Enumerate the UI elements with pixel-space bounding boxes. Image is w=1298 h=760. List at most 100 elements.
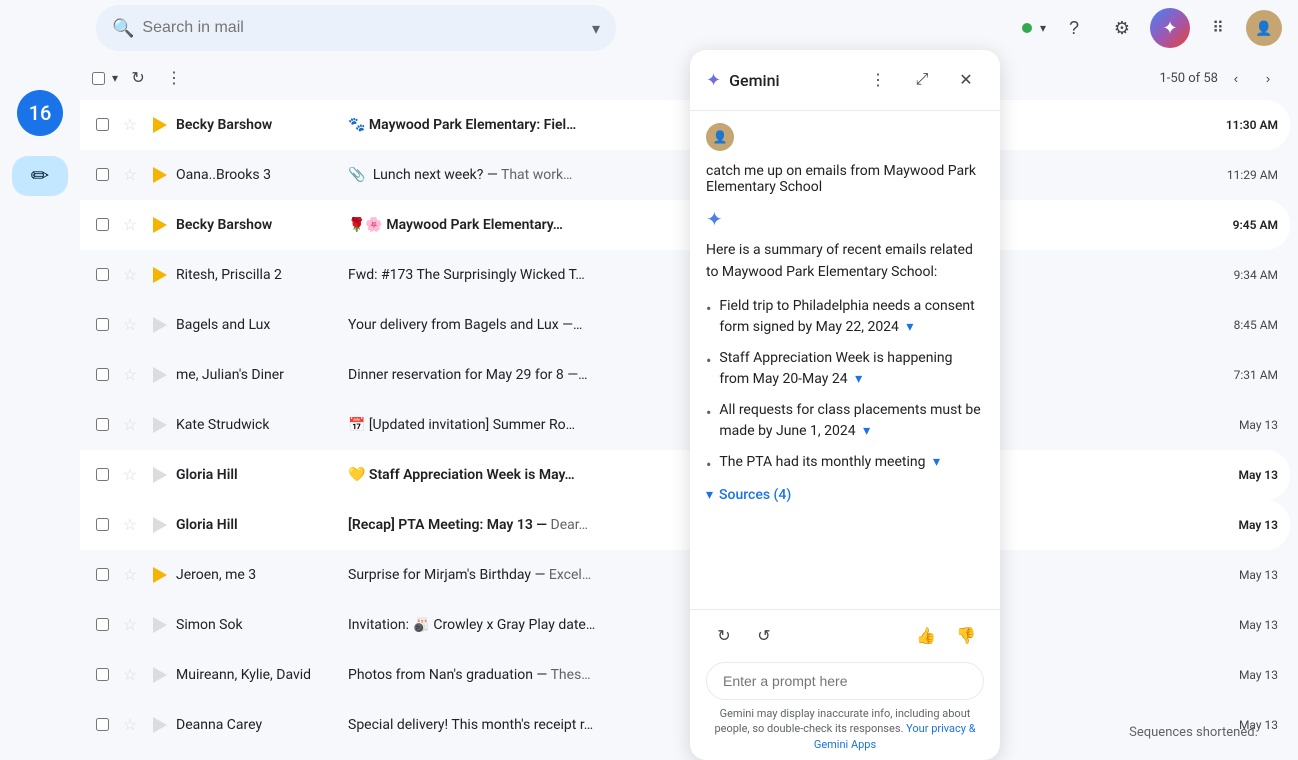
email-row[interactable]: ☆ Simon Sok Invitation: 🎳 Crowley x Gray… [80, 600, 1290, 650]
bullet-dot: • [706, 297, 711, 321]
important-button[interactable] [148, 263, 172, 287]
star-button[interactable]: ☆ [116, 361, 144, 389]
previous-page-button[interactable]: ‹ [1222, 64, 1250, 92]
email-sender: Deanna Carey [176, 717, 336, 733]
email-row[interactable]: ☆ Deanna Carey Special delivery! This mo… [80, 700, 1290, 750]
important-button[interactable] [148, 663, 172, 687]
important-button[interactable] [148, 513, 172, 537]
star-button[interactable]: ☆ [116, 311, 144, 339]
bullet-item: • Field trip to Philadelphia needs a con… [706, 296, 984, 338]
email-time: 9:34 AM [1208, 268, 1278, 282]
email-checkbox[interactable] [92, 465, 112, 485]
expand-button[interactable]: ▾ [906, 318, 913, 335]
email-checkbox[interactable] [92, 165, 112, 185]
star-button[interactable]: ☆ [116, 211, 144, 239]
user-avatar: 👤 [706, 123, 734, 151]
email-sender: Gloria Hill [176, 517, 336, 533]
bullet-text: The PTA had its monthly meeting ▾ [719, 452, 984, 473]
email-checkbox[interactable] [92, 565, 112, 585]
email-row[interactable]: ☆ me, Julian's Diner Dinner reservation … [80, 350, 1290, 400]
date-badge: 16 [17, 90, 63, 136]
email-checkbox[interactable] [92, 665, 112, 685]
sources-label: Sources (4) [719, 487, 791, 503]
email-time: 9:45 AM [1208, 218, 1278, 232]
email-checkbox[interactable] [92, 115, 112, 135]
thumbs-down-button[interactable]: 👎 [948, 618, 984, 654]
important-button[interactable] [148, 113, 172, 137]
prompt-input[interactable] [706, 662, 984, 700]
email-checkbox[interactable] [92, 315, 112, 335]
expand-button[interactable]: ▾ [855, 370, 862, 387]
email-checkbox[interactable] [92, 265, 112, 285]
email-row[interactable]: ☆ Ritesh, Priscilla 2 Fwd: #173 The Surp… [80, 250, 1290, 300]
email-row[interactable]: ☆ Gloria Hill [Recap] PTA Meeting: May 1… [80, 500, 1290, 550]
email-row[interactable]: ☆ Jeroen, me 3 Surprise for Mirjam's Bir… [80, 550, 1290, 600]
account-avatar[interactable]: 👤 [1246, 10, 1282, 46]
email-row[interactable]: ☆ Earl, Cameron, me 4 2024 Family Trip —… [80, 750, 1290, 760]
important-button[interactable] [148, 713, 172, 737]
email-checkbox[interactable] [92, 415, 112, 435]
important-button[interactable] [148, 613, 172, 637]
email-row[interactable]: ☆ Bagels and Lux Your delivery from Bage… [80, 300, 1290, 350]
email-sender: Oana..Brooks 3 [176, 167, 336, 183]
select-all-checkbox[interactable] [88, 68, 108, 88]
star-button[interactable]: ☆ [116, 561, 144, 589]
gemini-body: 👤 catch me up on emails from Maywood Par… [690, 111, 1000, 609]
apps-button[interactable]: ⠿ [1198, 8, 1238, 48]
email-toolbar: ▾ ↻ ⋮ 1-50 of 58 ‹ › [80, 56, 1298, 100]
star-button[interactable]: ☆ [116, 511, 144, 539]
next-page-button[interactable]: › [1254, 64, 1282, 92]
email-sender: Muireann, Kylie, David [176, 667, 336, 683]
important-button[interactable] [148, 463, 172, 487]
expand-button[interactable]: ▾ [933, 453, 940, 470]
select-dropdown-icon[interactable]: ▾ [112, 71, 118, 85]
email-checkbox[interactable] [92, 515, 112, 535]
email-checkbox[interactable] [92, 215, 112, 235]
email-row[interactable]: ☆ Oana..Brooks 3 📎 Lunch next week? — Th… [80, 150, 1290, 200]
settings-button[interactable]: ⚙ [1102, 8, 1142, 48]
email-checkbox[interactable] [92, 365, 112, 385]
email-list: ☆ Becky Barshow 🐾 Maywood Park Elementar… [80, 100, 1298, 760]
important-button[interactable] [148, 213, 172, 237]
star-button[interactable]: ☆ [116, 711, 144, 739]
star-button[interactable]: ☆ [116, 111, 144, 139]
email-checkbox[interactable] [92, 615, 112, 635]
thumbs-up-button[interactable]: 👍 [908, 618, 944, 654]
email-row[interactable]: ☆ Muireann, Kylie, David Photos from Nan… [80, 650, 1290, 700]
action-right: 👍 👎 [908, 618, 984, 654]
expand-button[interactable]: ▾ [863, 422, 870, 439]
gemini-title: Gemini [729, 71, 852, 90]
email-row[interactable]: ☆ Becky Barshow 🌹🌸 Maywood Park Elementa… [80, 200, 1290, 250]
email-row[interactable]: ☆ Gloria Hill 💛 Staff Appreciation Week … [80, 450, 1290, 500]
help-button[interactable]: ? [1054, 8, 1094, 48]
star-button[interactable]: ☆ [116, 261, 144, 289]
star-button[interactable]: ☆ [116, 411, 144, 439]
email-row[interactable]: ☆ Kate Strudwick 📅 [Updated invitation] … [80, 400, 1290, 450]
important-button[interactable] [148, 563, 172, 587]
important-button[interactable] [148, 163, 172, 187]
gemini-expand-button[interactable]: ⤢ [904, 62, 940, 98]
important-button[interactable] [148, 413, 172, 437]
regenerate-button[interactable]: ↻ [706, 618, 742, 654]
compose-button[interactable]: ✏ [12, 156, 68, 196]
email-checkbox[interactable] [92, 715, 112, 735]
search-input[interactable] [142, 19, 584, 37]
star-button[interactable]: ☆ [116, 461, 144, 489]
important-button[interactable] [148, 313, 172, 337]
email-row[interactable]: ☆ Becky Barshow 🐾 Maywood Park Elementar… [80, 100, 1290, 150]
gemini-more-button[interactable]: ⋮ [860, 62, 896, 98]
star-button[interactable]: ☆ [116, 611, 144, 639]
important-button[interactable] [148, 363, 172, 387]
gemini-header-icon: ✦ [706, 70, 721, 91]
star-button[interactable]: ☆ [116, 661, 144, 689]
gemini-button[interactable]: ✦ [1150, 8, 1190, 48]
share-button[interactable]: ↺ [746, 618, 782, 654]
status-chevron[interactable]: ▾ [1040, 21, 1046, 35]
star-button[interactable]: ☆ [116, 161, 144, 189]
search-options-icon[interactable]: ▾ [592, 19, 600, 38]
email-time: 8:45 AM [1208, 318, 1278, 332]
gemini-close-button[interactable]: ✕ [948, 62, 984, 98]
more-options-button[interactable]: ⋮ [158, 62, 190, 94]
sources-row[interactable]: ▾ Sources (4) [706, 487, 984, 503]
refresh-button[interactable]: ↻ [122, 62, 154, 94]
